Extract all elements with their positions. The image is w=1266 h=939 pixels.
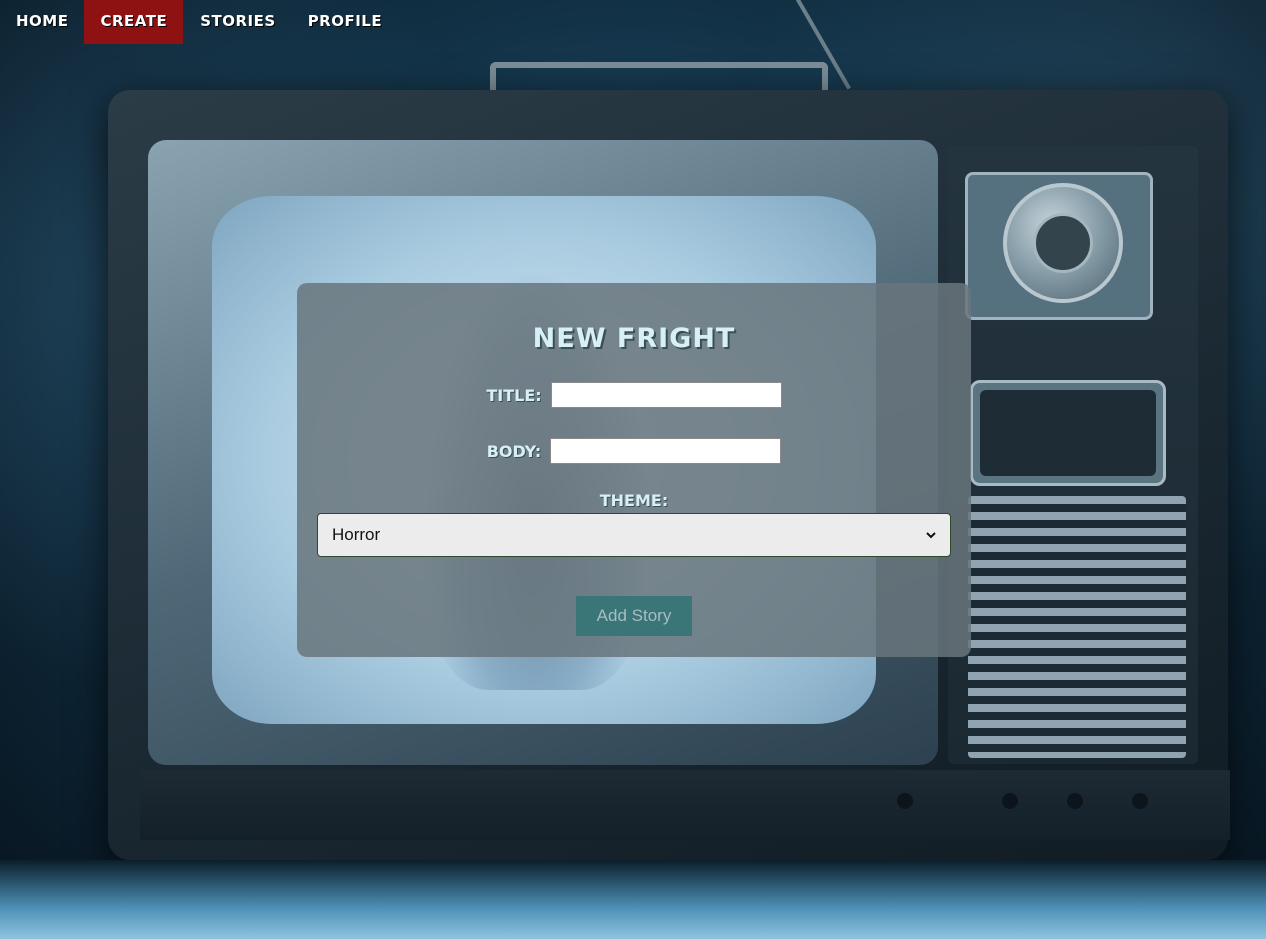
new-story-form: New Fright Title: Body: Theme: Horror Ad…	[297, 283, 971, 657]
tv-button	[897, 793, 913, 809]
nav-home-link[interactable]: Home	[0, 0, 84, 44]
theme-selected-value: Horror	[332, 525, 381, 544]
floor	[0, 860, 1266, 939]
tv-bottom-strip	[140, 770, 1230, 840]
add-story-button[interactable]: Add Story	[576, 596, 692, 636]
top-navigation: Home Create Stories Profile	[0, 0, 398, 44]
tv-button	[1002, 793, 1018, 809]
chevron-down-icon	[926, 532, 936, 539]
nav-stories-link[interactable]: Stories	[184, 0, 291, 44]
title-input[interactable]	[550, 382, 782, 408]
theme-label: Theme:	[599, 491, 669, 510]
nav-create-link[interactable]: Create	[84, 0, 184, 44]
theme-select[interactable]: Horror	[317, 513, 951, 557]
tv-button	[1067, 793, 1083, 809]
tv-display-window	[980, 390, 1156, 476]
speaker-grille	[968, 496, 1186, 758]
body-row: Body:	[297, 438, 971, 464]
channel-knob-center	[1033, 213, 1093, 273]
nav-profile-link[interactable]: Profile	[292, 0, 398, 44]
form-title: New Fright	[532, 323, 736, 354]
body-input[interactable]	[550, 438, 782, 464]
title-row: Title:	[297, 382, 971, 408]
title-label: Title:	[486, 385, 542, 405]
tv-button	[1132, 793, 1148, 809]
body-label: Body:	[486, 441, 542, 461]
